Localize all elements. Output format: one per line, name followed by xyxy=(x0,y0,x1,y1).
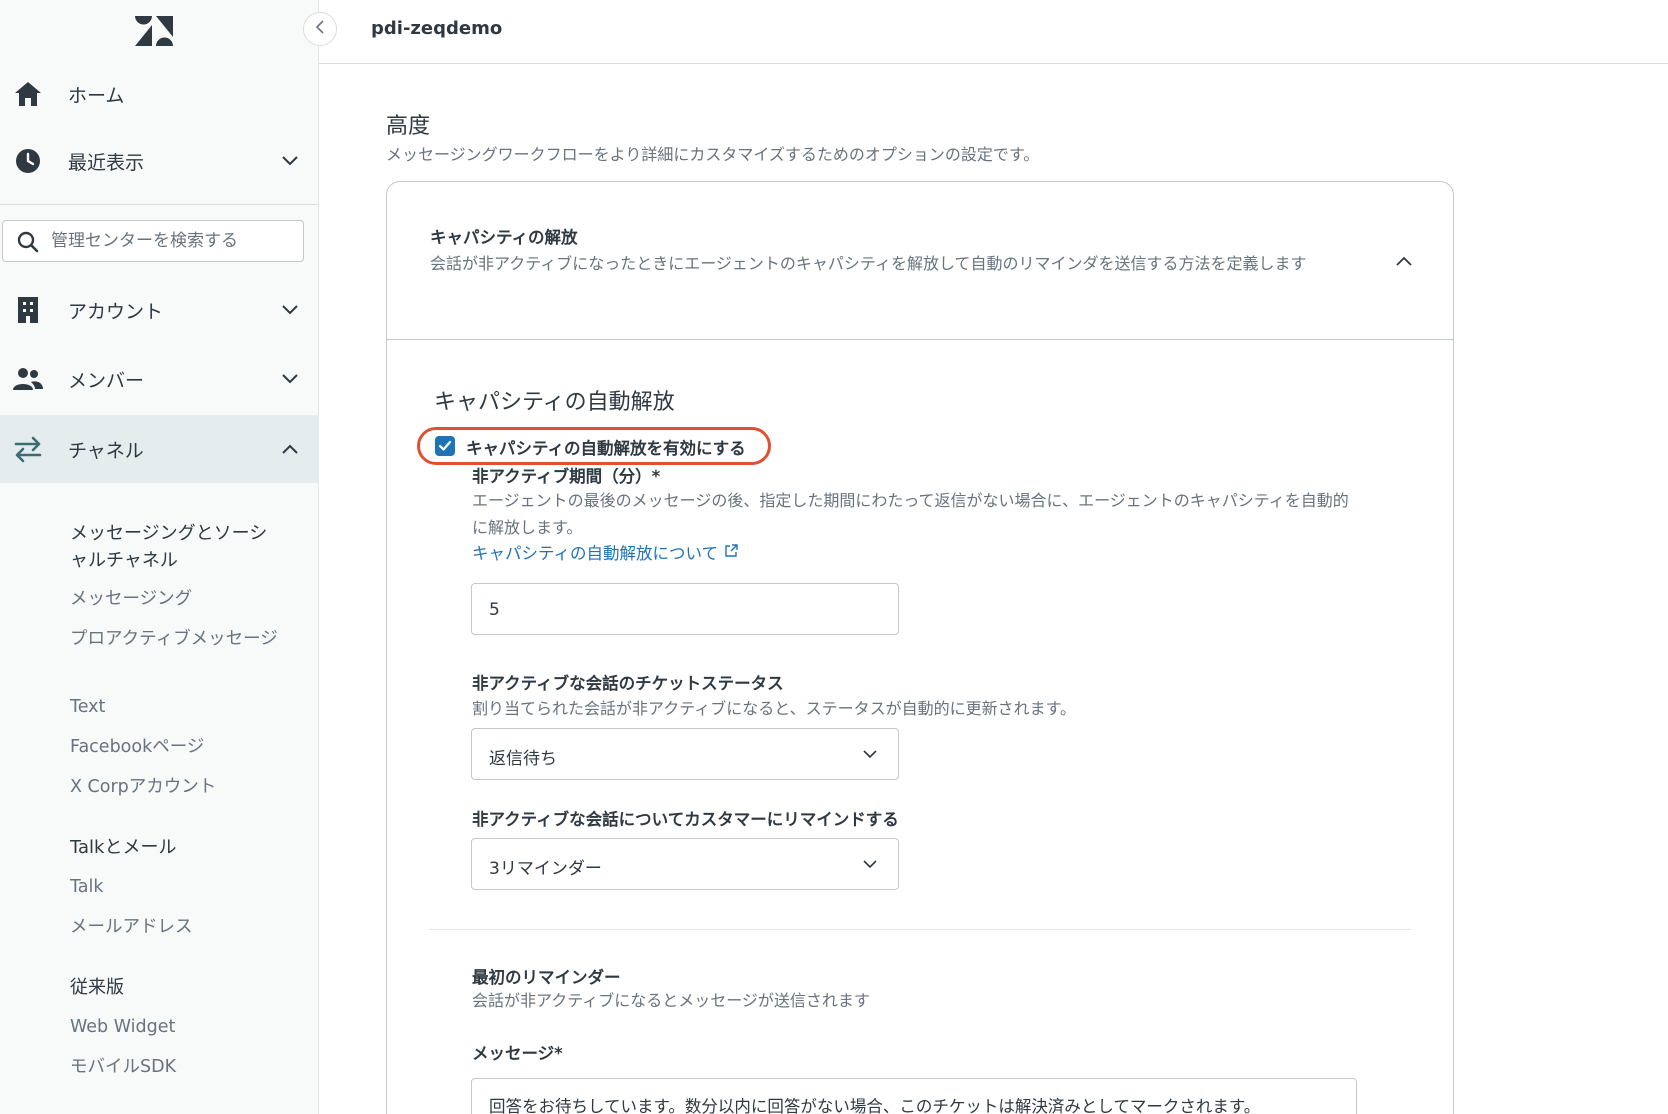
clock-icon xyxy=(12,145,44,177)
chevron-down-icon xyxy=(278,149,302,173)
subnav-item-web-widget[interactable]: Web Widget xyxy=(70,1014,285,1040)
search-icon xyxy=(17,231,39,253)
subnav-item-mobile-sdk[interactable]: モバイルSDK xyxy=(70,1054,285,1080)
nav-channels-label: チャネル xyxy=(68,439,144,462)
search-input[interactable] xyxy=(51,229,291,253)
ticket-status-label: 非アクティブな会話のチケットステータス xyxy=(472,674,784,693)
card-title: キャパシティの解放 xyxy=(430,228,578,247)
subnav-heading-talk-email: Talkとメール xyxy=(70,837,177,858)
nav-home-label: ホーム xyxy=(68,84,125,107)
chevron-left-icon xyxy=(315,19,325,39)
building-icon xyxy=(12,294,44,326)
chevron-up-icon[interactable] xyxy=(1393,250,1415,272)
auto-release-checkbox-row[interactable]: キャパシティの自動解放を有効にする xyxy=(417,427,771,465)
first-reminder-label: 最初のリマインダー xyxy=(472,968,621,987)
zendesk-logo[interactable] xyxy=(134,14,174,48)
first-reminder-hint: 会話が非アクティブになるとメッセージが送信されます xyxy=(472,991,870,1010)
card-description: 会話が非アクティブになったときにエージェントのキャパシティを解放して自動のリマイ… xyxy=(430,254,1307,273)
nav-divider xyxy=(0,204,319,205)
subnav-heading-legacy: 従来版 xyxy=(70,977,124,998)
admin-search[interactable] xyxy=(2,220,304,262)
nav-members[interactable]: メンバー xyxy=(0,345,319,413)
nav-channels[interactable]: チャネル xyxy=(0,415,319,483)
auto-release-help-link[interactable]: キャパシティの自動解放について xyxy=(472,540,738,564)
home-icon xyxy=(12,78,44,110)
nav-home[interactable]: ホーム xyxy=(0,60,319,128)
auto-release-checkbox-label: キャパシティの自動解放を有効にする xyxy=(466,439,746,458)
inactive-period-label: 非アクティブ期間（分）* xyxy=(472,467,661,486)
subnav-item-text[interactable]: Text xyxy=(70,694,285,720)
chevron-up-icon xyxy=(278,437,302,461)
section-description: メッセージングワークフローをより詳細にカスタマイズするためのオプションの設定です… xyxy=(386,145,1040,164)
capacity-release-accordion-header[interactable]: キャパシティの解放 会話が非アクティブになったときにエージェントのキャパシティを… xyxy=(387,182,1453,340)
org-name: pdi-zeqdemo xyxy=(371,18,503,39)
chevron-down-icon xyxy=(860,854,880,874)
nav-account-label: アカウント xyxy=(68,300,164,323)
subnav-item-messaging[interactable]: メッセージング xyxy=(70,586,285,612)
message-text: 回答をお待ちしています。数分以内に回答がない場合、このチケットは解決済みとしてマ… xyxy=(489,1097,1261,1114)
message-textarea[interactable]: 回答をお待ちしています。数分以内に回答がない場合、このチケットは解決済みとしてマ… xyxy=(471,1078,1357,1114)
remind-label: 非アクティブな会話についてカスタマーにリマインドする xyxy=(472,810,899,829)
check-icon xyxy=(438,437,452,456)
chevron-down-icon xyxy=(278,298,302,322)
subnav-heading-messaging-social: メッセージングとソーシャルチャネル xyxy=(70,523,268,571)
inactive-period-input-box[interactable] xyxy=(471,583,899,635)
chevron-down-icon xyxy=(278,367,302,391)
collapse-sidebar-button[interactable] xyxy=(303,12,337,46)
subnav-item-x-corp[interactable]: X Corpアカウント xyxy=(70,774,285,800)
nav-members-label: メンバー xyxy=(68,369,145,392)
subnav-item-email-addresses[interactable]: メールアドレス xyxy=(70,914,285,940)
inactive-period-input[interactable] xyxy=(489,598,879,622)
auto-release-checkbox[interactable] xyxy=(435,436,455,456)
topbar: pdi-zeqdemo xyxy=(319,0,1668,64)
remind-count-select[interactable]: 3リマインダー xyxy=(471,838,899,890)
capacity-release-card: キャパシティの解放 会話が非アクティブになったときにエージェントのキャパシティを… xyxy=(386,181,1454,1114)
nav-recent-label: 最近表示 xyxy=(68,151,145,174)
ticket-status-select[interactable]: 返信待ち xyxy=(471,728,899,780)
nav-account[interactable]: アカウント xyxy=(0,276,319,344)
section-title: 高度 xyxy=(386,114,431,139)
subnav-item-facebook[interactable]: Facebookページ xyxy=(70,734,285,760)
subnav-item-talk[interactable]: Talk xyxy=(70,874,285,900)
inactive-period-hint: エージェントの最後のメッセージの後、指定した期間にわたって返信がない場合に、エー… xyxy=(472,491,1349,537)
swap-arrows-icon xyxy=(12,433,44,465)
remind-count-value: 3リマインダー xyxy=(489,859,602,879)
chevron-down-icon xyxy=(860,744,880,764)
subnav-item-proactive-messages[interactable]: プロアクティブメッセージ xyxy=(70,626,285,652)
ticket-status-hint: 割り当てられた会話が非アクティブになると、ステータスが自動的に更新されます。 xyxy=(472,699,1077,718)
auto-release-help-link-text: キャパシティの自動解放について xyxy=(472,544,719,563)
external-link-icon xyxy=(724,543,738,562)
ticket-status-value: 返信待ち xyxy=(489,749,557,769)
sidebar: ホーム 最近表示 アカウント メンバー xyxy=(0,0,319,1114)
section-divider xyxy=(429,929,1411,930)
message-label: メッセージ* xyxy=(472,1044,563,1063)
auto-release-subtitle: キャパシティの自動解放 xyxy=(434,390,675,415)
people-icon xyxy=(12,363,44,395)
nav-recent[interactable]: 最近表示 xyxy=(0,127,319,195)
